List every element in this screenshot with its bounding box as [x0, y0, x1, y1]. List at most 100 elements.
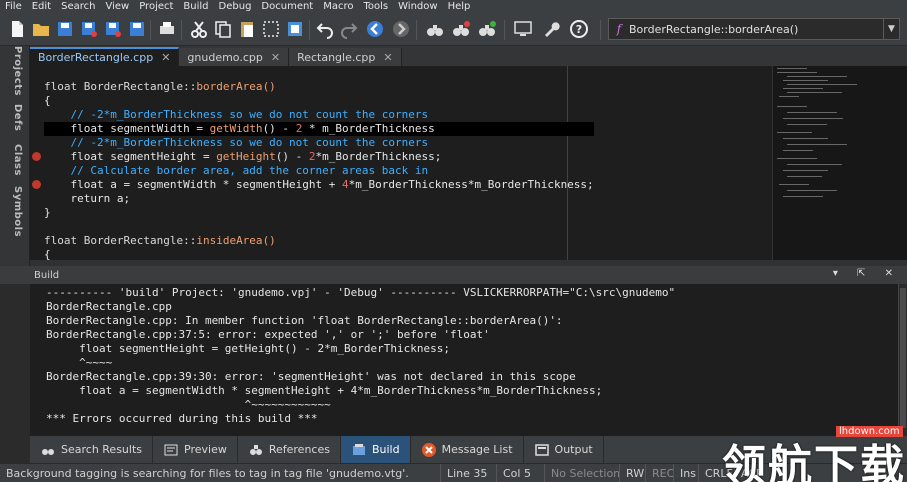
- save-as-icon: [82, 22, 97, 37]
- build-output-line[interactable]: *** Errors occurred during this build **…: [46, 412, 675, 426]
- code-line[interactable]: {: [44, 248, 594, 260]
- current-code-line[interactable]: float segmentWidth = getWidth() - 2 * m_…: [44, 122, 594, 136]
- menu-macro[interactable]: Macro: [318, 0, 358, 14]
- minimap[interactable]: [772, 66, 907, 260]
- navigate-back-button[interactable]: [364, 18, 386, 40]
- cut-button[interactable]: [188, 18, 210, 40]
- code-line[interactable]: return a;: [44, 192, 594, 206]
- tab-preview[interactable]: Preview: [153, 436, 238, 463]
- close-icon[interactable]: ✕: [271, 51, 280, 64]
- build-output-line[interactable]: BorderRectangle.cpp: In member function …: [46, 314, 675, 328]
- build-output-line[interactable]: ^~~~~~~~~~~~~: [46, 398, 675, 412]
- build-panel-header: Build ▾ ⇱ ✕: [0, 266, 907, 284]
- error-marker-icon[interactable]: [32, 180, 41, 189]
- side-tab-defs[interactable]: Defs: [7, 104, 23, 131]
- help-button[interactable]: ?: [568, 18, 590, 40]
- tab-output[interactable]: Output: [524, 436, 604, 463]
- side-tab-symbols[interactable]: Symbols: [7, 186, 23, 237]
- find-prev-button[interactable]: [450, 18, 472, 40]
- menu-edit[interactable]: Edit: [27, 0, 56, 14]
- copy-button[interactable]: [212, 18, 234, 40]
- code-line[interactable]: float a = segmentWidth * segmentHeight +…: [44, 178, 593, 192]
- code-line[interactable]: }: [44, 206, 594, 220]
- build-output-line[interactable]: float a = segmentWidth * segmentHeight +…: [46, 384, 675, 398]
- tab-search-results[interactable]: Search Results: [30, 436, 154, 463]
- close-icon[interactable]: ✕: [161, 51, 170, 64]
- close-icon[interactable]: ✕: [383, 51, 392, 64]
- menu-debug[interactable]: Debug: [214, 0, 257, 14]
- menu-window[interactable]: Window: [393, 0, 442, 14]
- build-output-line[interactable]: ---------- 'build' Project: 'gnudemo.vpj…: [46, 286, 675, 300]
- menu-project[interactable]: Project: [134, 0, 178, 14]
- code-line[interactable]: // -2*m_BorderThickness so we do not cou…: [44, 108, 594, 122]
- status-eol[interactable]: CRLF: [698, 463, 734, 482]
- navigate-forward-button[interactable]: [390, 18, 412, 40]
- code-line[interactable]: float BorderRectangle::insideArea(): [44, 234, 594, 248]
- code-line[interactable]: // -2*m_BorderThickness so we do not cou…: [44, 136, 594, 150]
- build-output-line[interactable]: BorderRectangle.cpp:37:5: error: expecte…: [46, 328, 675, 342]
- build-output-line[interactable]: ^~~~~: [46, 356, 675, 370]
- menu-build[interactable]: Build: [178, 0, 213, 14]
- select-all-button[interactable]: [260, 18, 282, 40]
- function-selector-value: BorderRectangle::borderArea(): [629, 22, 799, 36]
- find-in-files-button[interactable]: [284, 18, 306, 40]
- tab-rectangle-cpp[interactable]: Rectangle.cpp ✕: [289, 48, 402, 66]
- scrollbar-thumb[interactable]: [900, 288, 906, 428]
- code-line[interactable]: float BorderRectangle::borderArea(): [44, 80, 594, 94]
- tools-button[interactable]: [540, 18, 562, 40]
- menu-help[interactable]: Help: [443, 0, 476, 14]
- code-token: // -2*m_BorderThickness so we do not cou…: [44, 108, 429, 121]
- panel-controls[interactable]: ▾ ⇱ ✕: [833, 268, 901, 279]
- code-line[interactable]: // Calculate border area, add the corner…: [44, 164, 594, 178]
- code-area[interactable]: float BorderRectangle::borderArea(){ // …: [44, 80, 594, 260]
- status-line[interactable]: Line 35: [440, 463, 496, 482]
- undo-button[interactable]: [314, 18, 336, 40]
- code-line[interactable]: {: [44, 94, 594, 108]
- debug-window-button[interactable]: [512, 18, 534, 40]
- build-output[interactable]: ---------- 'build' Project: 'gnudemo.vpj…: [30, 284, 898, 436]
- find-next-button[interactable]: [476, 18, 498, 40]
- tab-build[interactable]: Build: [340, 436, 411, 463]
- menu-view[interactable]: View: [100, 0, 134, 14]
- redo-button[interactable]: [338, 18, 360, 40]
- status-col[interactable]: Col 5: [496, 463, 544, 482]
- status-rec[interactable]: REC: [645, 463, 674, 482]
- new-file-button[interactable]: [6, 18, 28, 40]
- open-file-button[interactable]: [30, 18, 52, 40]
- close-file-button[interactable]: [126, 18, 148, 40]
- side-tab-class[interactable]: Class: [7, 144, 23, 176]
- tab-message-list[interactable]: Message List: [411, 436, 524, 463]
- save-button[interactable]: [54, 18, 76, 40]
- tab-references[interactable]: References: [238, 436, 341, 463]
- error-marker-icon[interactable]: [32, 152, 41, 161]
- menu-search[interactable]: Search: [56, 0, 100, 14]
- minimap-line: [777, 72, 817, 73]
- code-token: }: [44, 206, 51, 219]
- save-all-button[interactable]: [102, 18, 124, 40]
- menu-document[interactable]: Document: [256, 0, 318, 14]
- print-button[interactable]: [156, 18, 178, 40]
- build-output-line[interactable]: BorderRectangle.cpp:39:30: error: 'segme…: [46, 370, 675, 384]
- minimap-line: [779, 96, 799, 97]
- code-line[interactable]: float segmentHeight = getHeight() - 2*m_…: [44, 150, 594, 164]
- find-references-button[interactable]: [424, 18, 446, 40]
- menu-tools[interactable]: Tools: [359, 0, 394, 14]
- tab-borderrectangle-cpp[interactable]: BorderRectangle.cpp ✕: [30, 47, 180, 66]
- status-encoding[interactable]: ACP: [734, 463, 774, 482]
- build-scrollbar[interactable]: [898, 284, 907, 436]
- code-line[interactable]: [44, 220, 594, 234]
- side-tab-projects[interactable]: Projects: [7, 46, 23, 96]
- status-rw[interactable]: RW: [619, 463, 645, 482]
- status-ins[interactable]: Ins: [673, 463, 698, 482]
- search-results-icon: [40, 442, 56, 458]
- function-selector[interactable]: f BorderRectangle::borderArea() ▼: [608, 18, 900, 40]
- chevron-down-icon[interactable]: ▼: [883, 19, 899, 39]
- code-editor[interactable]: float BorderRectangle::borderArea(){ // …: [30, 66, 772, 260]
- save-as-button[interactable]: [78, 18, 100, 40]
- paste-button[interactable]: [236, 18, 258, 40]
- build-output-line[interactable]: BorderRectangle.cpp: [46, 300, 675, 314]
- tab-gnudemo-cpp[interactable]: gnudemo.cpp ✕: [179, 48, 290, 66]
- build-output-line[interactable]: float segmentHeight = getHeight() - 2*m_…: [46, 342, 675, 356]
- tab-label: References: [268, 443, 330, 456]
- menu-file[interactable]: File: [0, 0, 27, 14]
